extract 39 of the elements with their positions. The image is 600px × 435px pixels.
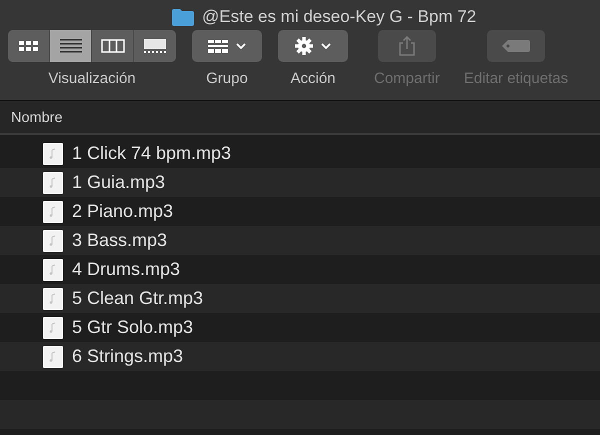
group-icon (208, 40, 228, 52)
toolbar-label: Grupo (206, 69, 248, 89)
toolbar-label: Acción (290, 69, 336, 89)
file-name[interactable]: 5 Clean Gtr.mp3 (72, 285, 204, 312)
audio-file-icon (43, 346, 63, 368)
chevron-icon (321, 43, 331, 49)
audio-file-icon (43, 288, 63, 310)
audio-file-icon (43, 258, 63, 280)
menu-button[interactable] (192, 30, 262, 62)
file-name[interactable]: 2 Piano.mp3 (72, 198, 174, 225)
menu-button[interactable] (278, 30, 348, 62)
view-mode-button[interactable] (50, 30, 92, 62)
toolbar-label: Compartir (374, 69, 440, 89)
audio-file-icon (43, 200, 63, 222)
column-header[interactable]: Nombre (11, 110, 63, 126)
file-name[interactable]: 1 Click 74 bpm.mp3 (72, 140, 232, 167)
tag-icon (502, 40, 530, 52)
chevron-icon (236, 43, 246, 49)
toolbar-label: Editar etiquetas (464, 69, 568, 89)
window-title: @Este es mi deseo-Key G - Bpm 72 (202, 6, 476, 28)
audio-file-icon (43, 172, 63, 194)
file-name[interactable]: 3 Bass.mp3 (72, 227, 168, 254)
file-name[interactable]: 6 Strings.mp3 (72, 343, 184, 370)
grid-icon (19, 41, 38, 51)
audio-file-icon (43, 142, 63, 164)
file-name[interactable]: 1 Guia.mp3 (72, 169, 166, 196)
file-name[interactable]: 5 Gtr Solo.mp3 (72, 314, 194, 341)
view-mode-button[interactable] (8, 30, 50, 62)
list-icon (60, 39, 82, 53)
share-icon (398, 36, 415, 56)
view-switcher[interactable] (8, 30, 176, 62)
audio-file-icon (43, 316, 63, 338)
gallery-icon (144, 39, 166, 53)
folder-icon (172, 8, 194, 26)
gear-icon (295, 37, 313, 55)
file-name[interactable]: 4 Drums.mp3 (72, 256, 180, 283)
audio-file-icon (43, 230, 63, 252)
toolbar-label: Visualización (48, 69, 136, 89)
columns-icon (100, 39, 124, 53)
